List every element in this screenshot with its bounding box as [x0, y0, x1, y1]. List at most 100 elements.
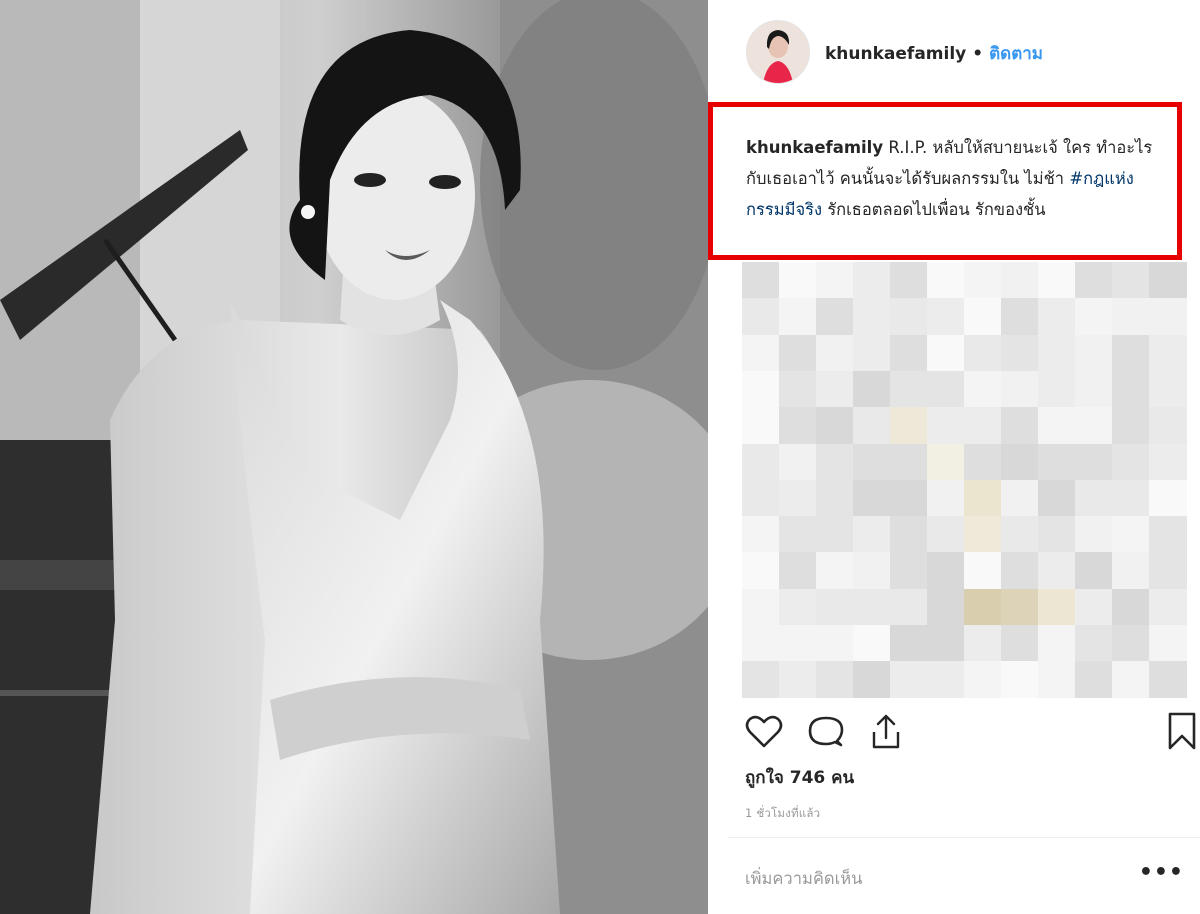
- blurred-pixel: [1149, 516, 1187, 553]
- blurred-pixel: [779, 298, 817, 336]
- post-photo: [0, 0, 708, 914]
- blurred-pixel: [890, 443, 928, 481]
- blurred-pixel: [1038, 298, 1076, 336]
- blurred-pixel: [927, 625, 965, 662]
- blurred-pixel: [890, 262, 928, 299]
- blurred-pixel: [927, 298, 965, 336]
- blurred-pixel: [1112, 516, 1150, 553]
- share-icon: [872, 714, 900, 749]
- follow-button[interactable]: ติดตาม: [989, 44, 1043, 64]
- blurred-pixel: [927, 552, 965, 590]
- blurred-pixel: [1075, 516, 1113, 553]
- blurred-pixel: [1075, 370, 1113, 408]
- blurred-pixel: [1075, 407, 1113, 444]
- blurred-pixel: [742, 407, 780, 444]
- blurred-pixel: [1038, 552, 1076, 590]
- blurred-pixel: [1112, 407, 1150, 444]
- blurred-pixel: [742, 370, 780, 408]
- blurred-pixel: [890, 298, 928, 336]
- blurred-pixel: [853, 443, 891, 481]
- blurred-comments: [742, 262, 1187, 699]
- blurred-pixel: [1001, 625, 1039, 662]
- likes-count[interactable]: ถูกใจ 746 คน: [745, 764, 854, 791]
- blurred-pixel: [742, 625, 780, 662]
- like-button[interactable]: [742, 710, 786, 754]
- blurred-pixel: [1001, 334, 1039, 372]
- blurred-pixel: [1001, 661, 1039, 699]
- blurred-pixel: [1038, 516, 1076, 553]
- blurred-pixel: [890, 334, 928, 372]
- bookmark-button[interactable]: [1160, 710, 1200, 754]
- post-panel: khunkaefamily • ติดตาม khunkaefamily R.I.P…: [708, 0, 1200, 914]
- blurred-pixel: [1112, 334, 1150, 372]
- bookmark-icon: [1168, 712, 1196, 750]
- blurred-pixel: [779, 443, 817, 481]
- blurred-pixel: [1112, 443, 1150, 481]
- blurred-pixel: [964, 661, 1002, 699]
- blurred-pixel: [1038, 334, 1076, 372]
- blurred-pixel: [1112, 298, 1150, 336]
- blurred-pixel: [1075, 298, 1113, 336]
- comment-input[interactable]: เพิ่มความคิดเห็น: [745, 866, 862, 892]
- blurred-pixel: [1149, 588, 1187, 626]
- blurred-pixel: [1112, 625, 1150, 662]
- blurred-pixel: [1075, 661, 1113, 699]
- blurred-pixel: [964, 298, 1002, 336]
- blurred-pixel: [1112, 262, 1150, 299]
- blurred-pixel: [1038, 262, 1076, 299]
- blurred-pixel: [1149, 479, 1187, 517]
- blurred-pixel: [927, 588, 965, 626]
- blurred-pixel: [779, 588, 817, 626]
- blurred-pixel: [1038, 407, 1076, 444]
- blurred-pixel: [964, 407, 1002, 444]
- header-username[interactable]: khunkaefamily: [825, 44, 966, 64]
- blurred-pixel: [1038, 370, 1076, 408]
- blurred-pixel: [1038, 588, 1076, 626]
- blurred-pixel: [1112, 661, 1150, 699]
- blurred-pixel: [853, 552, 891, 590]
- blurred-pixel: [1112, 479, 1150, 517]
- blurred-pixel: [964, 443, 1002, 481]
- blurred-pixel: [927, 443, 965, 481]
- blurred-pixel: [853, 588, 891, 626]
- blurred-pixel: [1112, 552, 1150, 590]
- blurred-pixel: [964, 262, 1002, 299]
- more-options-button[interactable]: •••: [1139, 860, 1184, 885]
- comment-button[interactable]: [804, 710, 848, 754]
- comment-icon: [808, 716, 844, 747]
- caption-text-end: รักเธอตลอดไปเพื่อน รักของชั้น: [827, 200, 1046, 219]
- blurred-pixel: [816, 443, 854, 481]
- blurred-pixel: [1001, 516, 1039, 553]
- blurred-pixel: [853, 479, 891, 517]
- blurred-pixel: [742, 516, 780, 553]
- blurred-pixel: [890, 552, 928, 590]
- blurred-pixel: [1038, 625, 1076, 662]
- blurred-pixel: [1075, 588, 1113, 626]
- blurred-pixel: [1075, 625, 1113, 662]
- blurred-pixel: [1149, 625, 1187, 662]
- blurred-pixel: [779, 334, 817, 372]
- blurred-pixel: [964, 588, 1002, 626]
- blurred-pixel: [964, 552, 1002, 590]
- blurred-pixel: [742, 661, 780, 699]
- blurred-pixel: [890, 370, 928, 408]
- avatar[interactable]: [746, 20, 810, 84]
- heart-icon: [745, 715, 783, 748]
- blurred-pixel: [890, 516, 928, 553]
- blurred-pixel: [853, 407, 891, 444]
- blurred-pixel: [853, 370, 891, 408]
- blurred-pixel: [1112, 370, 1150, 408]
- caption-username[interactable]: khunkaefamily: [746, 138, 883, 157]
- blurred-pixel: [890, 625, 928, 662]
- share-button[interactable]: [864, 710, 908, 754]
- blurred-pixel: [1149, 407, 1187, 444]
- blurred-pixel: [964, 516, 1002, 553]
- blurred-pixel: [927, 661, 965, 699]
- blurred-pixel: [742, 552, 780, 590]
- blurred-pixel: [927, 370, 965, 408]
- separator-dot: •: [972, 44, 984, 64]
- blurred-pixel: [853, 262, 891, 299]
- blurred-pixel: [1149, 298, 1187, 336]
- header-row: khunkaefamily • ติดตาม: [825, 40, 1043, 67]
- post-timestamp: 1 ชั่วโมงที่แล้ว: [745, 806, 821, 820]
